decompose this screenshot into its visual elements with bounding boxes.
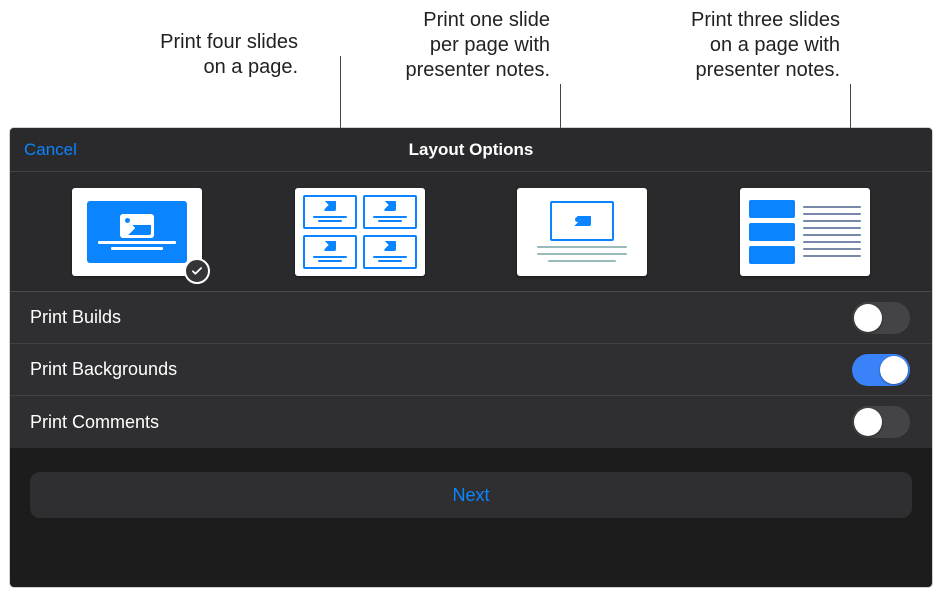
callouts-area: Print four slides on a page. Print one s… [0, 0, 942, 128]
toggle-print-comments[interactable] [852, 406, 910, 438]
option-label: Print Backgrounds [30, 359, 177, 380]
option-print-comments: Print Comments [10, 396, 932, 448]
options-list: Print Builds Print Backgrounds Print Com… [10, 292, 932, 448]
three-with-notes-preview-icon [749, 196, 861, 268]
layout-options-panel: Cancel Layout Options [10, 128, 932, 587]
option-print-builds: Print Builds [10, 292, 932, 344]
toggle-print-builds[interactable] [852, 302, 910, 334]
callout-four-up: Print four slides on a page. [88, 30, 298, 80]
layout-three-with-notes[interactable] [740, 188, 870, 276]
layout-chooser [10, 172, 932, 292]
panel-footer: Next [10, 448, 932, 542]
option-print-backgrounds: Print Backgrounds [10, 344, 932, 396]
callout-three-with-notes: Print three slides on a page with presen… [640, 8, 840, 83]
layout-full-slide[interactable] [72, 188, 202, 276]
one-with-notes-preview-icon [532, 201, 632, 262]
slide-preview-icon [87, 201, 187, 263]
layout-four-up[interactable] [295, 188, 425, 276]
next-button[interactable]: Next [30, 472, 912, 518]
option-label: Print Builds [30, 307, 121, 328]
four-up-preview-icon [303, 195, 417, 269]
panel-header: Cancel Layout Options [10, 128, 932, 172]
panel-title: Layout Options [10, 140, 932, 160]
callout-one-with-notes: Print one slide per page with presenter … [360, 8, 550, 83]
layout-one-with-notes[interactable] [517, 188, 647, 276]
cancel-button[interactable]: Cancel [10, 140, 77, 160]
selected-check-icon [184, 258, 210, 284]
toggle-print-backgrounds[interactable] [852, 354, 910, 386]
option-label: Print Comments [30, 412, 159, 433]
